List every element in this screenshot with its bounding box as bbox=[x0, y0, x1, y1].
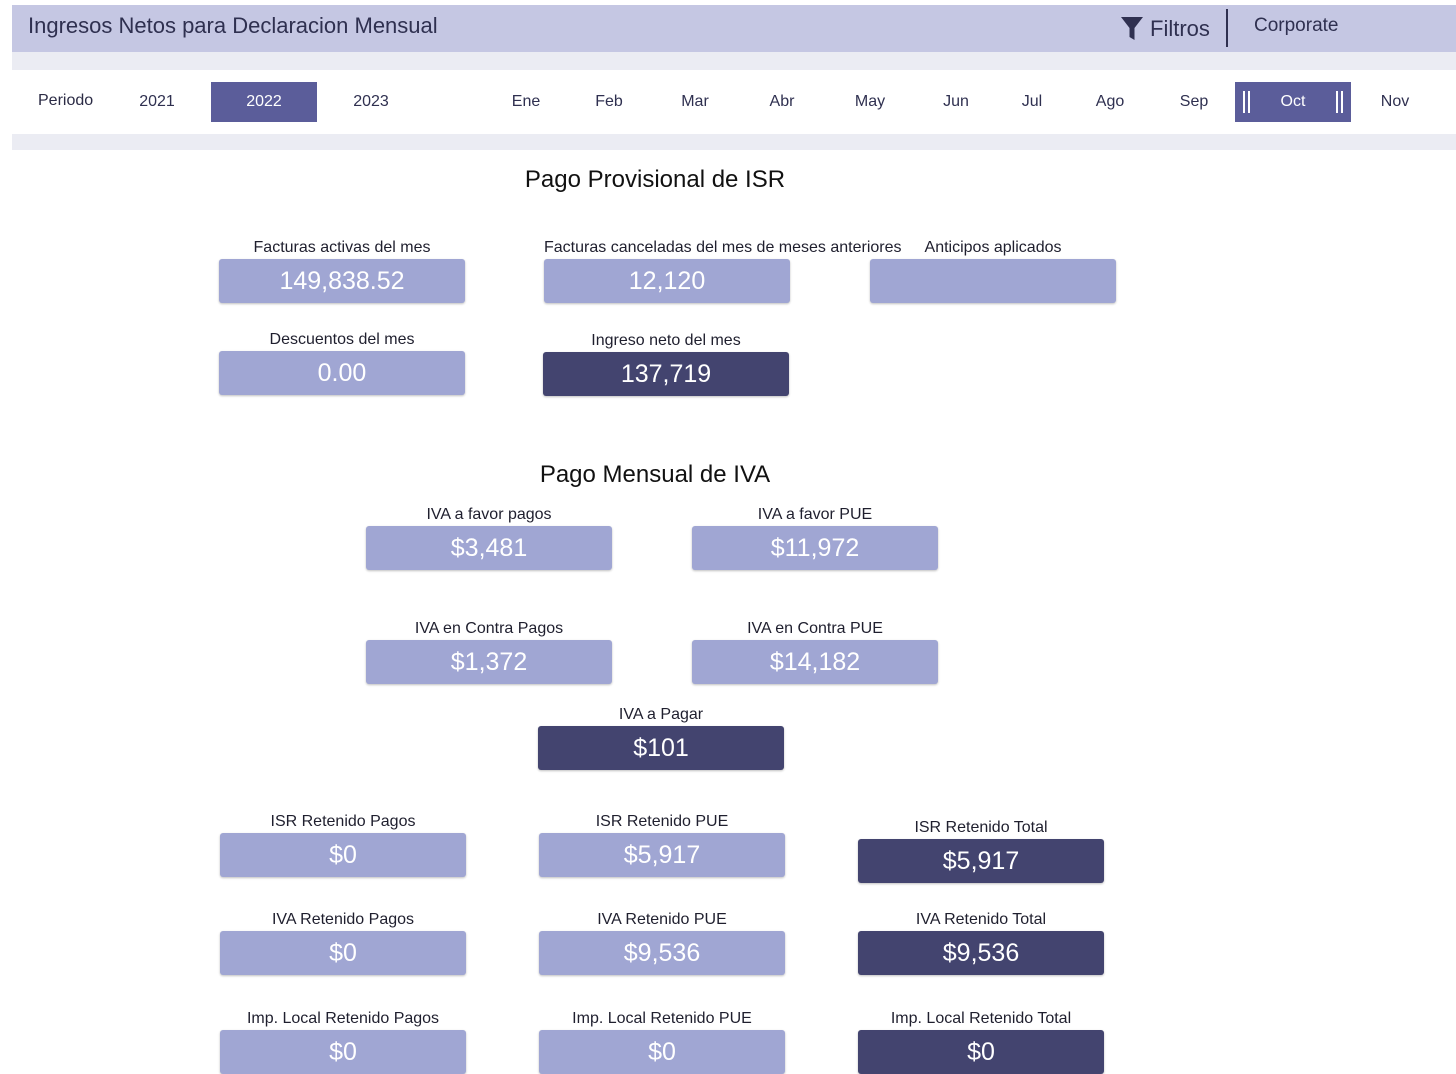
isr-retenido-total-card: ISR Retenido Total $5,917 bbox=[858, 817, 1104, 883]
anticipos-card: Anticipos aplicados bbox=[870, 237, 1116, 303]
card-label: IVA en Contra Pagos bbox=[414, 620, 564, 637]
local-retenido-pagos-card: Imp. Local Retenido Pagos $0 bbox=[220, 1008, 466, 1074]
month-jul[interactable]: Jul bbox=[1000, 82, 1064, 122]
year-2023[interactable]: 2023 bbox=[318, 82, 424, 122]
descuentos-card: Descuentos del mes 0.00 bbox=[219, 329, 465, 395]
iva-contra-pue-card: IVA en Contra PUE $14,182 bbox=[692, 618, 938, 684]
card-value: $5,917 bbox=[858, 839, 1104, 883]
card-value bbox=[870, 259, 1116, 303]
card-value: $1,372 bbox=[366, 640, 612, 684]
card-label: Ingreso neto del mes bbox=[591, 332, 741, 349]
month-mar[interactable]: Mar bbox=[663, 82, 727, 122]
card-value: $0 bbox=[220, 931, 466, 975]
header-divider bbox=[1226, 9, 1228, 47]
card-value: $11,972 bbox=[692, 526, 938, 570]
iva-retenido-total-card: IVA Retenido Total $9,536 bbox=[858, 909, 1104, 975]
card-label: Facturas canceladas del mes de meses ant… bbox=[544, 239, 902, 256]
isr-retenido-pue-card: ISR Retenido PUE $5,917 bbox=[539, 811, 785, 877]
card-value: $9,536 bbox=[858, 931, 1104, 975]
filters-label: Filtros bbox=[1150, 16, 1210, 41]
card-label: Imp. Local Retenido Pagos bbox=[246, 1010, 440, 1027]
local-retenido-total-card: Imp. Local Retenido Total $0 bbox=[858, 1008, 1104, 1074]
card-label: Imp. Local Retenido PUE bbox=[572, 1010, 752, 1027]
iva-favor-pue-card: IVA a favor PUE $11,972 bbox=[692, 504, 938, 570]
month-ene[interactable]: Ene bbox=[494, 82, 558, 122]
card-label: IVA Retenido PUE bbox=[597, 911, 727, 928]
funnel-icon bbox=[1120, 15, 1144, 43]
iva-a-pagar-card: IVA a Pagar $101 bbox=[538, 704, 784, 770]
iva-section-title: Pago Mensual de IVA bbox=[539, 461, 771, 488]
range-handle-right[interactable] bbox=[1336, 91, 1343, 113]
month-abr[interactable]: Abr bbox=[750, 82, 814, 122]
month-may[interactable]: May bbox=[838, 82, 902, 122]
card-label: IVA Retenido Pagos bbox=[271, 911, 415, 928]
card-label: Descuentos del mes bbox=[269, 331, 415, 348]
filters-button[interactable]: Filtros bbox=[1120, 13, 1210, 45]
card-label: IVA a favor pagos bbox=[426, 506, 552, 523]
corporate-link[interactable]: Corporate bbox=[1254, 15, 1339, 37]
card-label: Anticipos aplicados bbox=[924, 239, 1062, 256]
header-bar: Ingresos Netos para Declaracion Mensual … bbox=[12, 5, 1456, 52]
period-label: Periodo bbox=[38, 92, 94, 109]
isr-retenido-pagos-card: ISR Retenido Pagos $0 bbox=[220, 811, 466, 877]
card-label: ISR Retenido Pagos bbox=[270, 813, 416, 830]
card-label: ISR Retenido Total bbox=[914, 819, 1048, 836]
card-value: $101 bbox=[538, 726, 784, 770]
iva-contra-pagos-card: IVA en Contra Pagos $1,372 bbox=[366, 618, 612, 684]
card-value: 12,120 bbox=[544, 259, 790, 303]
facturas-activas-card: Facturas activas del mes 149,838.52 bbox=[219, 237, 465, 303]
month-sep[interactable]: Sep bbox=[1162, 82, 1226, 122]
card-label: IVA a favor PUE bbox=[757, 506, 873, 523]
card-value: $9,536 bbox=[539, 931, 785, 975]
month-feb[interactable]: Feb bbox=[577, 82, 641, 122]
card-value: $0 bbox=[858, 1030, 1104, 1074]
facturas-canceladas-card: Facturas canceladas del mes de meses ant… bbox=[544, 237, 902, 303]
card-value: 0.00 bbox=[219, 351, 465, 395]
card-label: ISR Retenido PUE bbox=[595, 813, 729, 830]
month-nov[interactable]: Nov bbox=[1363, 82, 1427, 122]
card-label: Imp. Local Retenido Total bbox=[890, 1010, 1072, 1027]
ingreso-neto-card: Ingreso neto del mes 137,719 bbox=[543, 330, 789, 396]
card-value: $3,481 bbox=[366, 526, 612, 570]
card-value: $14,182 bbox=[692, 640, 938, 684]
card-label: IVA Retenido Total bbox=[915, 911, 1047, 928]
iva-retenido-pagos-card: IVA Retenido Pagos $0 bbox=[220, 909, 466, 975]
month-oct[interactable]: Oct bbox=[1235, 82, 1351, 122]
local-retenido-pue-card: Imp. Local Retenido PUE $0 bbox=[539, 1008, 785, 1074]
card-value: 137,719 bbox=[543, 352, 789, 396]
month-oct-label: Oct bbox=[1280, 93, 1306, 110]
iva-retenido-pue-card: IVA Retenido PUE $9,536 bbox=[539, 909, 785, 975]
card-value: 149,838.52 bbox=[219, 259, 465, 303]
card-value: $0 bbox=[539, 1030, 785, 1074]
period-filter-bar: Periodo 2021 2022 2023 Ene Feb Mar Abr M… bbox=[12, 70, 1456, 134]
card-label: IVA a Pagar bbox=[618, 706, 704, 723]
card-value: $0 bbox=[220, 833, 466, 877]
card-label: Facturas activas del mes bbox=[253, 239, 431, 256]
card-value: $5,917 bbox=[539, 833, 785, 877]
month-jun[interactable]: Jun bbox=[924, 82, 988, 122]
year-2022[interactable]: 2022 bbox=[211, 82, 317, 122]
divider-strip bbox=[12, 134, 1456, 150]
divider-strip bbox=[12, 52, 1456, 70]
card-value: $0 bbox=[220, 1030, 466, 1074]
range-handle-left[interactable] bbox=[1243, 91, 1250, 113]
isr-section-title: Pago Provisional de ISR bbox=[524, 166, 786, 193]
iva-favor-pagos-card: IVA a favor pagos $3,481 bbox=[366, 504, 612, 570]
card-label: IVA en Contra PUE bbox=[747, 620, 883, 637]
month-ago[interactable]: Ago bbox=[1078, 82, 1142, 122]
page-title: Ingresos Netos para Declaracion Mensual bbox=[28, 13, 438, 38]
year-2021[interactable]: 2021 bbox=[104, 82, 210, 122]
